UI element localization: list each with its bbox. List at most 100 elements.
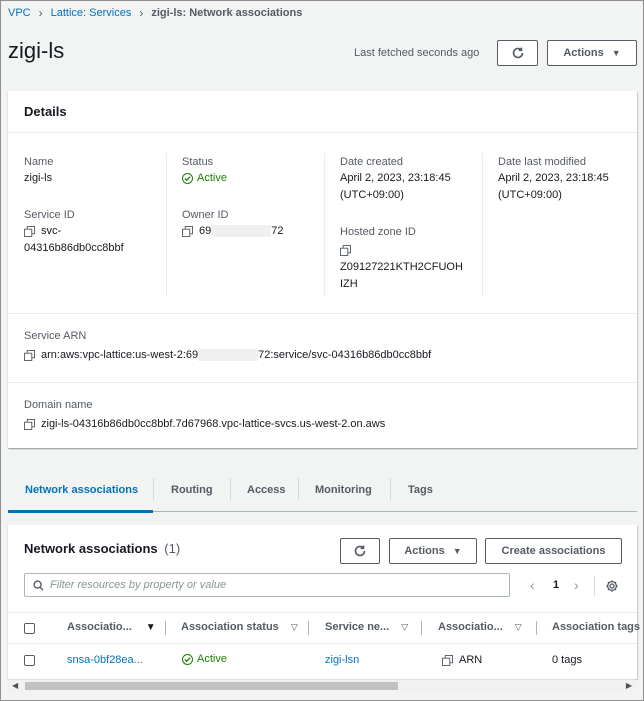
chevron-right-icon: › [139, 6, 144, 20]
association-tags: 0 tags [552, 654, 582, 666]
create-associations-label: Create associations [501, 545, 606, 557]
search-placeholder: Filter resources by property or value [50, 579, 227, 591]
scrollbar-thumb[interactable] [25, 682, 398, 690]
association-status: Active [197, 653, 227, 665]
tab-separator [153, 478, 154, 500]
service-arn-field: Service ARN arn:aws:vpc-lattice:us-west-… [24, 328, 624, 364]
gear-icon[interactable] [605, 579, 619, 593]
associations-refresh-button[interactable] [340, 538, 380, 564]
associations-title: Network associations [24, 541, 158, 556]
copy-icon[interactable] [442, 654, 453, 666]
next-page-icon[interactable]: › [574, 577, 579, 593]
owner-id-field: Owner ID 69 72 [182, 207, 322, 240]
redacted-block [198, 349, 259, 362]
refresh-icon [512, 47, 523, 59]
associations-actions-button[interactable]: Actions ▼ [389, 538, 477, 564]
date-created-value-2: (UTC+09:00) [340, 189, 404, 201]
domain-name-label: Domain name [24, 399, 93, 411]
caret-down-icon: ▼ [611, 48, 621, 58]
column-header-association-id[interactable]: Associatio... ▼ [67, 621, 156, 633]
column-separator [165, 621, 166, 635]
actions-button[interactable]: Actions ▼ [547, 40, 637, 66]
date-modified-value-1: April 2, 2023, 23:18:45 [498, 172, 609, 184]
tab-network-associations[interactable]: Network associations [25, 468, 138, 512]
service-id-value-1: svc- [41, 225, 62, 237]
tab-bar: Network associations Routing Access Moni… [8, 468, 637, 513]
last-fetched-text: Last fetched seconds ago [354, 47, 480, 59]
caret-down-icon: ▼ [452, 546, 462, 556]
check-circle-icon [182, 653, 193, 665]
row-checkbox[interactable] [24, 655, 35, 666]
status-field: Status Active [182, 154, 322, 187]
previous-page-icon[interactable]: ‹ [530, 577, 535, 593]
sort-icon: ▽ [514, 621, 522, 632]
name-label: Name [24, 156, 54, 168]
check-circle-icon [182, 173, 193, 184]
column-separator [536, 621, 537, 635]
scroll-right-icon[interactable]: ▶ [626, 681, 632, 690]
create-associations-button[interactable]: Create associations [485, 538, 622, 564]
column-divider [324, 153, 325, 297]
header-row-divider [8, 643, 637, 644]
refresh-button[interactable] [497, 40, 538, 66]
row-divider [8, 313, 637, 314]
filter-search-input[interactable]: Filter resources by property or value [24, 573, 510, 597]
breadcrumb: VPC › Lattice: Services › zigi-ls: Netwo… [8, 6, 302, 20]
page-number[interactable]: 1 [553, 579, 559, 591]
scroll-left-icon[interactable]: ◀ [12, 681, 18, 690]
breadcrumb-lattice-services[interactable]: Lattice: Services [51, 7, 132, 19]
owner-id-prefix: 69 [199, 225, 212, 237]
domain-name-field: Domain name zigi-ls-04316b86db0cc8bbf.7d… [24, 397, 624, 433]
search-icon [33, 579, 44, 591]
service-arn-label: Service ARN [24, 330, 87, 342]
copy-icon[interactable] [24, 418, 35, 430]
column-header-service-network[interactable]: Service ne... ▽ [325, 621, 408, 633]
details-card: Details Name zigi-ls Service ID svc- 043… [8, 91, 637, 448]
associations-heading: Network associations (1) [24, 541, 180, 556]
copy-icon[interactable] [24, 349, 35, 361]
column-separator [421, 621, 422, 635]
row-divider [8, 382, 637, 383]
tab-routing[interactable]: Routing [171, 468, 213, 512]
column-header-association-status[interactable]: Association status ▽ [181, 621, 298, 633]
column-header-association-arn[interactable]: Associatio... ▽ [438, 621, 522, 633]
details-heading: Details [8, 91, 637, 133]
service-id-field: Service ID svc- 04316b86db0cc8bbf [24, 207, 164, 257]
service-network-link[interactable]: zigi-lsn [325, 654, 359, 666]
service-id-label: Service ID [24, 209, 75, 221]
active-tab-indicator [8, 510, 153, 513]
select-all-checkbox[interactable] [24, 623, 35, 634]
hosted-zone-value-2: IZH [340, 278, 358, 290]
tab-separator [390, 478, 391, 500]
column-header-association-tags[interactable]: Association tags [552, 621, 640, 633]
name-value: zigi-ls [24, 172, 53, 184]
associations-count: (1) [164, 541, 181, 556]
tab-monitoring[interactable]: Monitoring [315, 468, 372, 512]
status-value: Active [197, 172, 227, 184]
tab-separator [298, 478, 299, 500]
column-separator [308, 621, 309, 635]
name-field: Name zigi-ls [24, 154, 164, 187]
sort-icon: ▽ [401, 621, 409, 632]
copy-icon[interactable] [182, 225, 193, 237]
service-arn-suffix: 72:service/svc-04316b86db0cc8bbf [258, 349, 432, 361]
hosted-zone-value-1: Z09127221KTH2CFUOH [340, 261, 463, 273]
copy-icon[interactable] [24, 225, 35, 237]
redacted-block [211, 225, 272, 238]
hosted-zone-field: Hosted zone ID Z09127221KTH2CFUOH IZH [340, 224, 480, 293]
horizontal-scrollbar[interactable]: ◀ ▶ [8, 679, 636, 691]
owner-id-suffix: 72 [271, 225, 284, 237]
hosted-zone-label: Hosted zone ID [340, 226, 416, 238]
chevron-right-icon: › [38, 6, 43, 20]
date-modified-value-2: (UTC+09:00) [498, 189, 562, 201]
tab-tags[interactable]: Tags [408, 468, 433, 512]
association-id-link[interactable]: snsa-0bf28ea... [67, 654, 143, 666]
tab-access[interactable]: Access [247, 468, 286, 512]
breadcrumb-vpc[interactable]: VPC [8, 7, 31, 19]
date-created-label: Date created [340, 156, 403, 168]
tab-separator [230, 478, 231, 500]
table-top-border [8, 612, 637, 613]
copy-icon[interactable] [340, 244, 351, 256]
actions-label: Actions [563, 47, 604, 59]
pagination-divider [594, 576, 595, 596]
